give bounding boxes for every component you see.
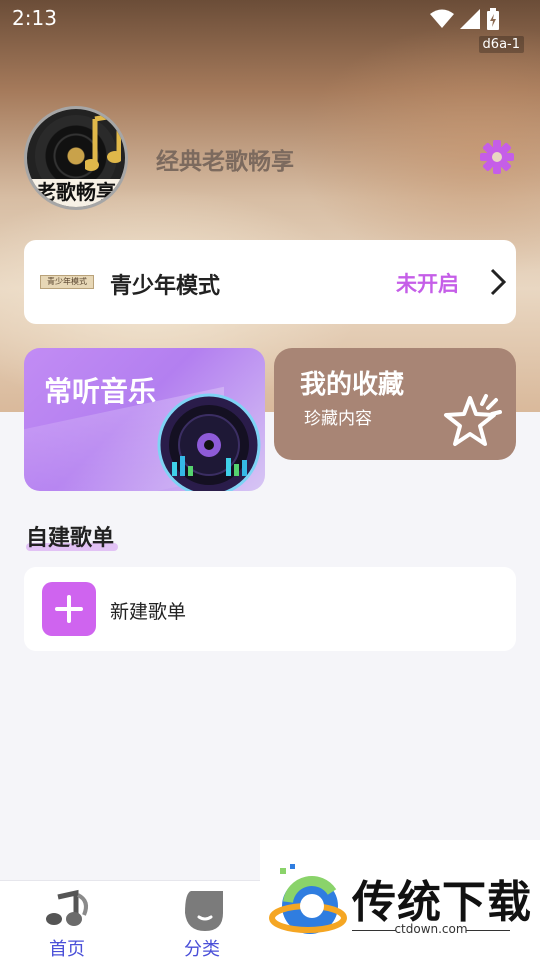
app-name: 经典老歌畅享 [156,149,294,175]
category-icon [185,891,223,931]
star-icon [444,394,502,446]
often-played-card[interactable]: 常听音乐 [24,348,265,491]
often-played-title: 常听音乐 [44,375,157,408]
watermark-brand: 传统下载 [352,877,532,928]
music-note-icon [85,115,121,171]
watermark-overlay: 传统下载 ctdown.com [260,840,540,960]
tab-category[interactable]: 分类 [137,881,267,960]
vinyl-record-icon [157,393,261,491]
tab-category-label: 分类 [184,939,220,960]
youth-mode-row[interactable]: 青少年模式 青少年模式 未开启 [24,240,516,324]
battery-icon [487,8,499,30]
status-bar: 2:13 [0,0,540,36]
watermark-url: ctdown.com [394,922,468,936]
tab-home[interactable]: 首页 [2,881,132,960]
favorites-card[interactable]: 我的收藏 珍藏内容 [274,348,516,460]
settings-gear-icon[interactable] [478,138,516,176]
watermark-logo [269,864,347,934]
wifi-icon [430,9,454,28]
status-icons [430,8,500,30]
avatar-caption: 老歌畅享 [27,179,125,207]
watermark-rule-right [466,930,510,931]
new-playlist-row[interactable]: 新建歌单 [24,567,516,651]
chevron-right-icon [490,268,506,296]
new-playlist-label: 新建歌单 [110,601,187,623]
build-tag: d6a-1 [478,36,524,53]
avatar[interactable]: 老歌畅享 [24,106,128,210]
section-title-playlists: 自建歌单 [26,526,115,551]
youth-mode-state: 未开启 [396,272,459,296]
status-time: 2:13 [12,6,57,30]
youth-mode-thumbnail: 青少年模式 [40,275,94,289]
add-playlist-button[interactable] [42,582,96,636]
plus-icon [55,595,83,623]
tab-home-label: 首页 [49,939,85,960]
signal-icon [460,9,480,29]
youth-mode-label: 青少年模式 [110,274,221,299]
music-note-icon [46,889,88,926]
favorites-title: 我的收藏 [300,370,405,400]
favorites-subtitle: 珍藏内容 [304,409,372,429]
